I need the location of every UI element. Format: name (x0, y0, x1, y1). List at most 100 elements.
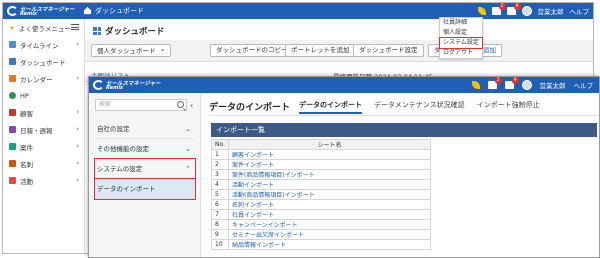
sheet-link[interactable]: 案件(商品情報項目)インポート (232, 172, 315, 179)
sidebar-item-favorites[interactable]: ★ よく使うメニュー (3, 19, 84, 36)
sheet-link[interactable]: キャンペーンインポート (232, 222, 298, 229)
dashboard-select[interactable]: 個人ダッシュボード (91, 43, 171, 57)
tab-maintenance-status[interactable]: データメンテナンス状況確認 (374, 100, 465, 114)
sheet-link[interactable]: 活動インポート (232, 182, 274, 189)
menu-other-settings[interactable]: その他機能の設定 ⌄ (95, 139, 195, 159)
table-row: 6 名刺インポート (211, 199, 432, 210)
sidebar-item-calendar[interactable]: カレンダー › (3, 70, 84, 87)
menu-item-employee-detail[interactable]: 社員詳細 (440, 18, 482, 28)
table-row: 1 顧客インポート (211, 149, 432, 160)
breadcrumb: ダッシュボード (95, 7, 144, 15)
table-row: 8 キャンペーンインポート (211, 219, 432, 230)
dashboard-settings-button[interactable]: ダッシュボード設定 (353, 44, 424, 57)
leaf-icon[interactable] (477, 7, 486, 15)
divider (209, 115, 599, 116)
user-menu-dropdown: 社員詳細 個人設定 システム設定 ログアウト (439, 17, 483, 59)
chevron-down-icon: ⌄ (185, 145, 191, 153)
home-icon[interactable] (83, 6, 92, 15)
sheet-cell: 活動(商品情報項目)インポート (227, 189, 432, 200)
collapse-icon[interactable]: ‹ (190, 101, 193, 110)
mail-icon[interactable]: 9 (506, 3, 521, 15)
row-number: 4 (211, 179, 229, 190)
mail-badge: 9 (513, 3, 521, 10)
sheet-cell: セミナー出欠席インポート (227, 229, 432, 240)
user-name[interactable]: 営業太郎 (540, 80, 566, 90)
calendar-icon (9, 75, 16, 82)
notification-icon[interactable]: 2 (487, 77, 502, 89)
avatar[interactable] (521, 6, 532, 16)
sidebar-item-dashboard[interactable]: ダッシュボード (3, 53, 84, 70)
row-number: 2 (211, 159, 229, 170)
copy-dashboard-button[interactable]: ダッシュボードのコピー (210, 44, 294, 57)
user-name[interactable]: 営業太郎 (538, 6, 564, 16)
sidebar-item-customer[interactable]: 顧客 › (3, 104, 84, 121)
table-row: 2 案件インポート (211, 159, 432, 170)
timeline-icon (9, 41, 16, 48)
sheet-link[interactable]: 社員インポート (232, 212, 274, 219)
sheet-link[interactable]: 顧客インポート (232, 152, 274, 159)
notification-icon[interactable]: 2 (491, 3, 506, 15)
tab-data-import[interactable]: データのインポート (299, 100, 362, 114)
chevron-down-icon: ⌄ (185, 125, 191, 133)
help-link[interactable]: ヘルプ (570, 6, 590, 16)
help-link[interactable]: ヘルプ (574, 80, 594, 90)
tab-force-stop[interactable]: インポート強制停止 (477, 100, 540, 114)
page-title: データのインポート (209, 103, 291, 113)
sidebar-item-cards[interactable]: 名刺 › (3, 155, 84, 172)
logo-subtext: Remix (106, 85, 124, 91)
menu-item-personal-settings[interactable]: 個人設定 (440, 28, 482, 38)
sheet-cell: 名刺インポート (227, 199, 432, 210)
hp-icon (9, 92, 16, 99)
panel-title: インポート一覧 (211, 123, 597, 137)
sheet-cell: 顧客インポート (227, 149, 432, 160)
sheet-link[interactable]: 案件インポート (232, 162, 274, 169)
add-portlet-button[interactable]: ポートレットを追加 (285, 44, 356, 57)
table-row: 3 案件(商品情報項目)インポート (211, 169, 432, 180)
sidebar-item-reports[interactable]: 日報・週報 › (3, 121, 84, 138)
sheet-cell: 社員インポート (227, 209, 432, 220)
table-row: 9 セミナー出欠席インポート (211, 229, 432, 240)
chevron-up-icon: ⌃ (185, 165, 191, 173)
row-number: 10 (211, 239, 229, 250)
sidebar-item-deals[interactable]: 案件 › (3, 138, 84, 155)
search-input[interactable]: 検索 (95, 99, 187, 111)
column-header-no: No. (211, 139, 229, 150)
sheet-link[interactable]: 活動(商品情報項目)インポート (232, 192, 315, 199)
menu-system-settings[interactable]: システムの設定 ⌃ (94, 158, 196, 180)
deal-icon (9, 143, 16, 150)
menu-company-settings[interactable]: 自社の設定 ⌄ (95, 119, 195, 139)
row-number: 8 (211, 219, 229, 230)
sidebar-item-hp[interactable]: HP (3, 87, 84, 104)
hamburger-icon[interactable] (71, 24, 79, 30)
mail-icon[interactable]: 9 (504, 77, 519, 89)
settings-sidebar: 検索 ‹ 自社の設定 ⌄ その他機能の設定 ⌄ システムの設定 ⌃ データのインポート (89, 93, 201, 257)
sheet-cell: 案件インポート (227, 159, 432, 170)
search-placeholder: 検索 (99, 101, 112, 108)
dashboard-icon (9, 58, 16, 65)
menu-item-system-settings[interactable]: システム設定 (439, 37, 483, 49)
sheet-cell: 案件(商品情報項目)インポート (227, 169, 432, 180)
dashboard-toolbar: 個人ダッシュボード ダッシュボードのコピー ポートレットを追加 ダッシュボード設… (85, 40, 593, 62)
import-window: セールスマネージャー Remix 2 9 営業太郎 ヘルプ 検索 ‹ 自社の設定… (88, 76, 600, 258)
app-logo[interactable]: セールスマネージャー Remix (7, 5, 74, 17)
row-number: 6 (211, 199, 229, 210)
app-logo[interactable]: セールスマネージャー Remix (93, 79, 160, 91)
grid-icon (93, 27, 101, 35)
menu-data-import[interactable]: データのインポート (94, 178, 196, 200)
sidebar-item-activity[interactable]: 活動 › (3, 172, 84, 189)
leaf-icon[interactable] (471, 81, 480, 89)
sidebar-item-timeline[interactable]: タイムライン › (3, 36, 84, 53)
row-number: 5 (211, 189, 229, 200)
sheet-link[interactable]: 名刺インポート (232, 202, 274, 209)
search-icon[interactable] (177, 101, 184, 108)
row-number: 9 (211, 229, 229, 240)
menu-item-logout[interactable]: ログアウト (440, 48, 482, 58)
card-icon (9, 160, 16, 167)
sheet-link[interactable]: 納品情報インポート (232, 242, 286, 249)
sheet-link[interactable]: セミナー出欠席インポート (232, 232, 304, 239)
page-title: ダッシュボード (93, 25, 165, 37)
avatar[interactable] (521, 80, 532, 90)
customer-icon (9, 109, 16, 116)
activity-icon (9, 177, 16, 184)
settings-menu: 自社の設定 ⌄ その他機能の設定 ⌄ システムの設定 ⌃ データのインポート (94, 119, 196, 200)
